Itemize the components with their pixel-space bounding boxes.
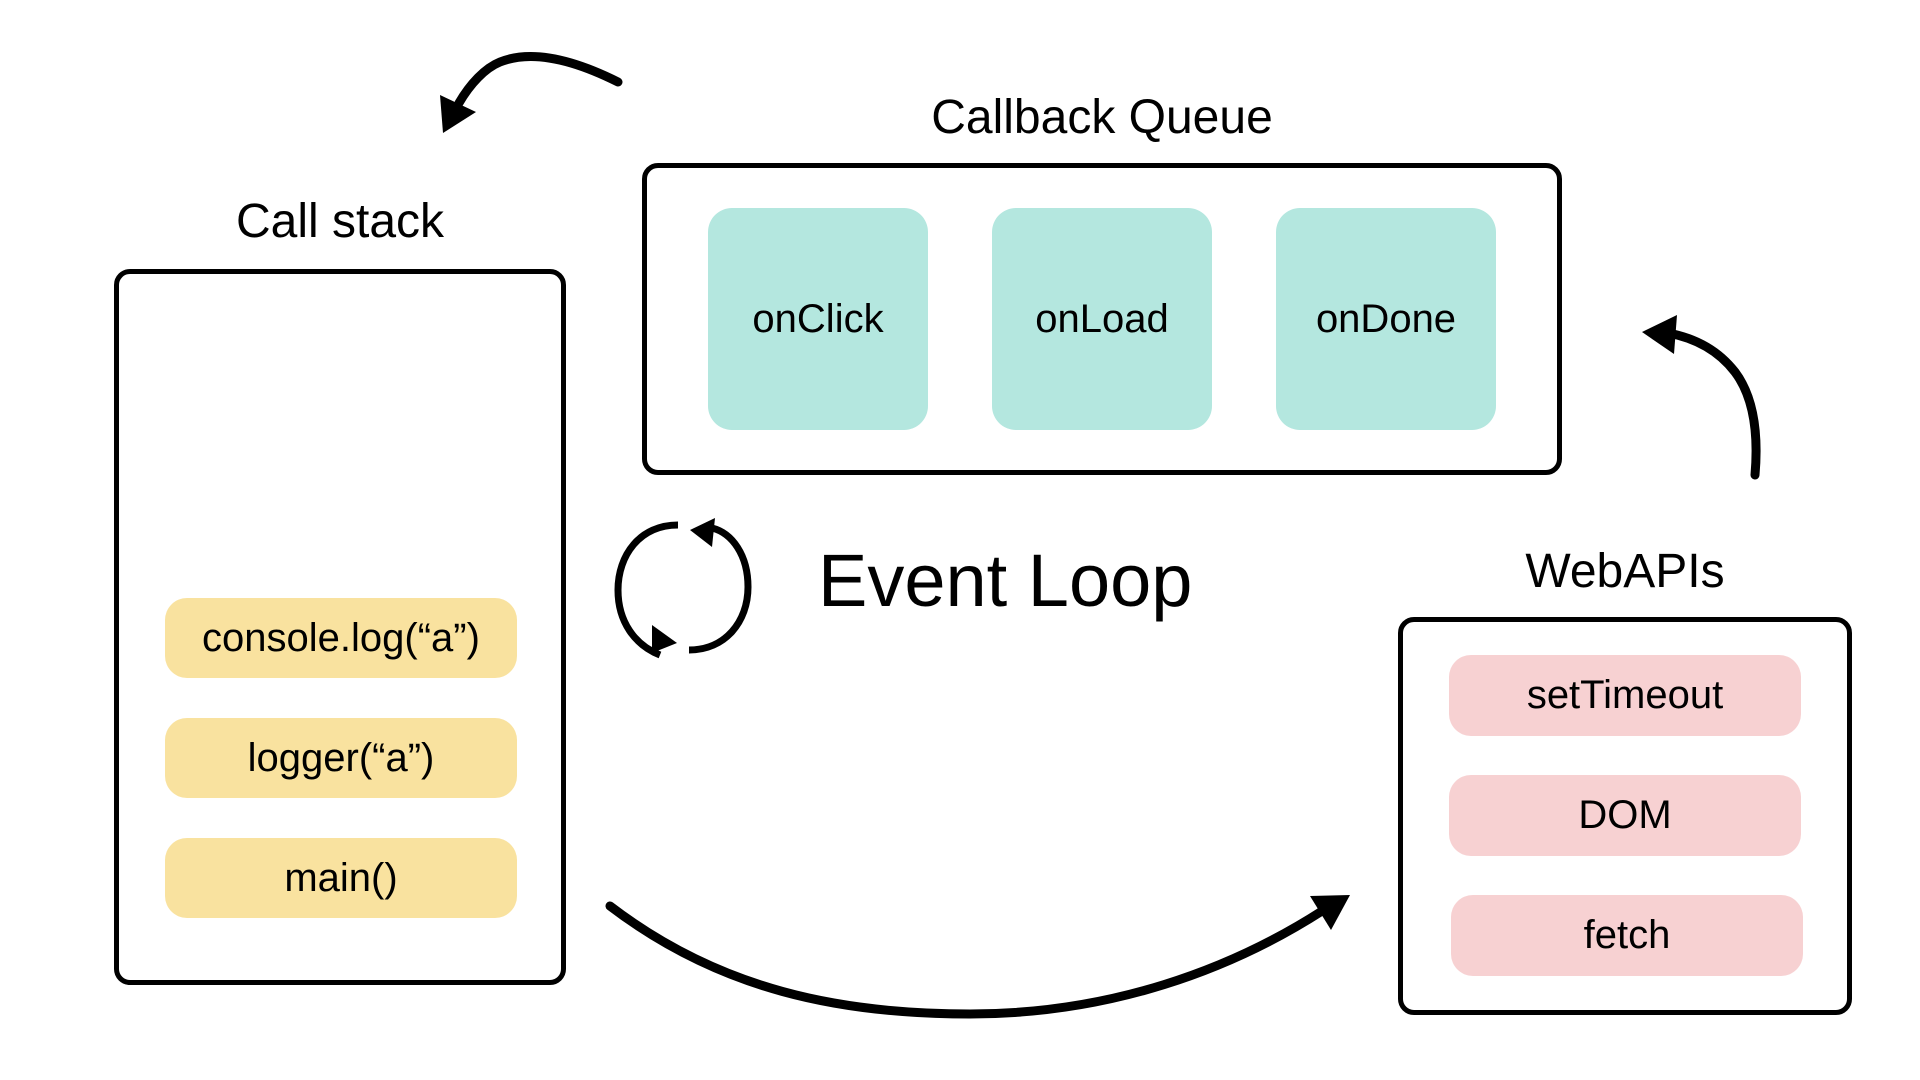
callback-queue-title: Callback Queue bbox=[931, 91, 1273, 144]
call-stack-item: logger(“a”) bbox=[165, 718, 517, 798]
web-api-item: DOM bbox=[1449, 775, 1801, 856]
call-stack-item: main() bbox=[165, 838, 517, 918]
web-api-item: setTimeout bbox=[1449, 655, 1801, 736]
event-loop-title: Event Loop bbox=[818, 539, 1193, 622]
callback-queue-item: onDone bbox=[1276, 208, 1496, 430]
web-apis-title: WebAPIs bbox=[1525, 545, 1725, 598]
call-stack-item: console.log(“a”) bbox=[165, 598, 517, 678]
cycle-arrows-icon bbox=[614, 518, 752, 659]
arrow-webapis-to-queue bbox=[1642, 315, 1761, 480]
web-api-item: fetch bbox=[1451, 895, 1803, 976]
callback-queue-item: onClick bbox=[708, 208, 928, 430]
arrow-queue-to-stack bbox=[440, 52, 623, 133]
callback-queue-item: onLoad bbox=[992, 208, 1212, 430]
call-stack-title: Call stack bbox=[235, 195, 445, 248]
arrow-stack-to-webapis bbox=[605, 895, 1350, 1019]
